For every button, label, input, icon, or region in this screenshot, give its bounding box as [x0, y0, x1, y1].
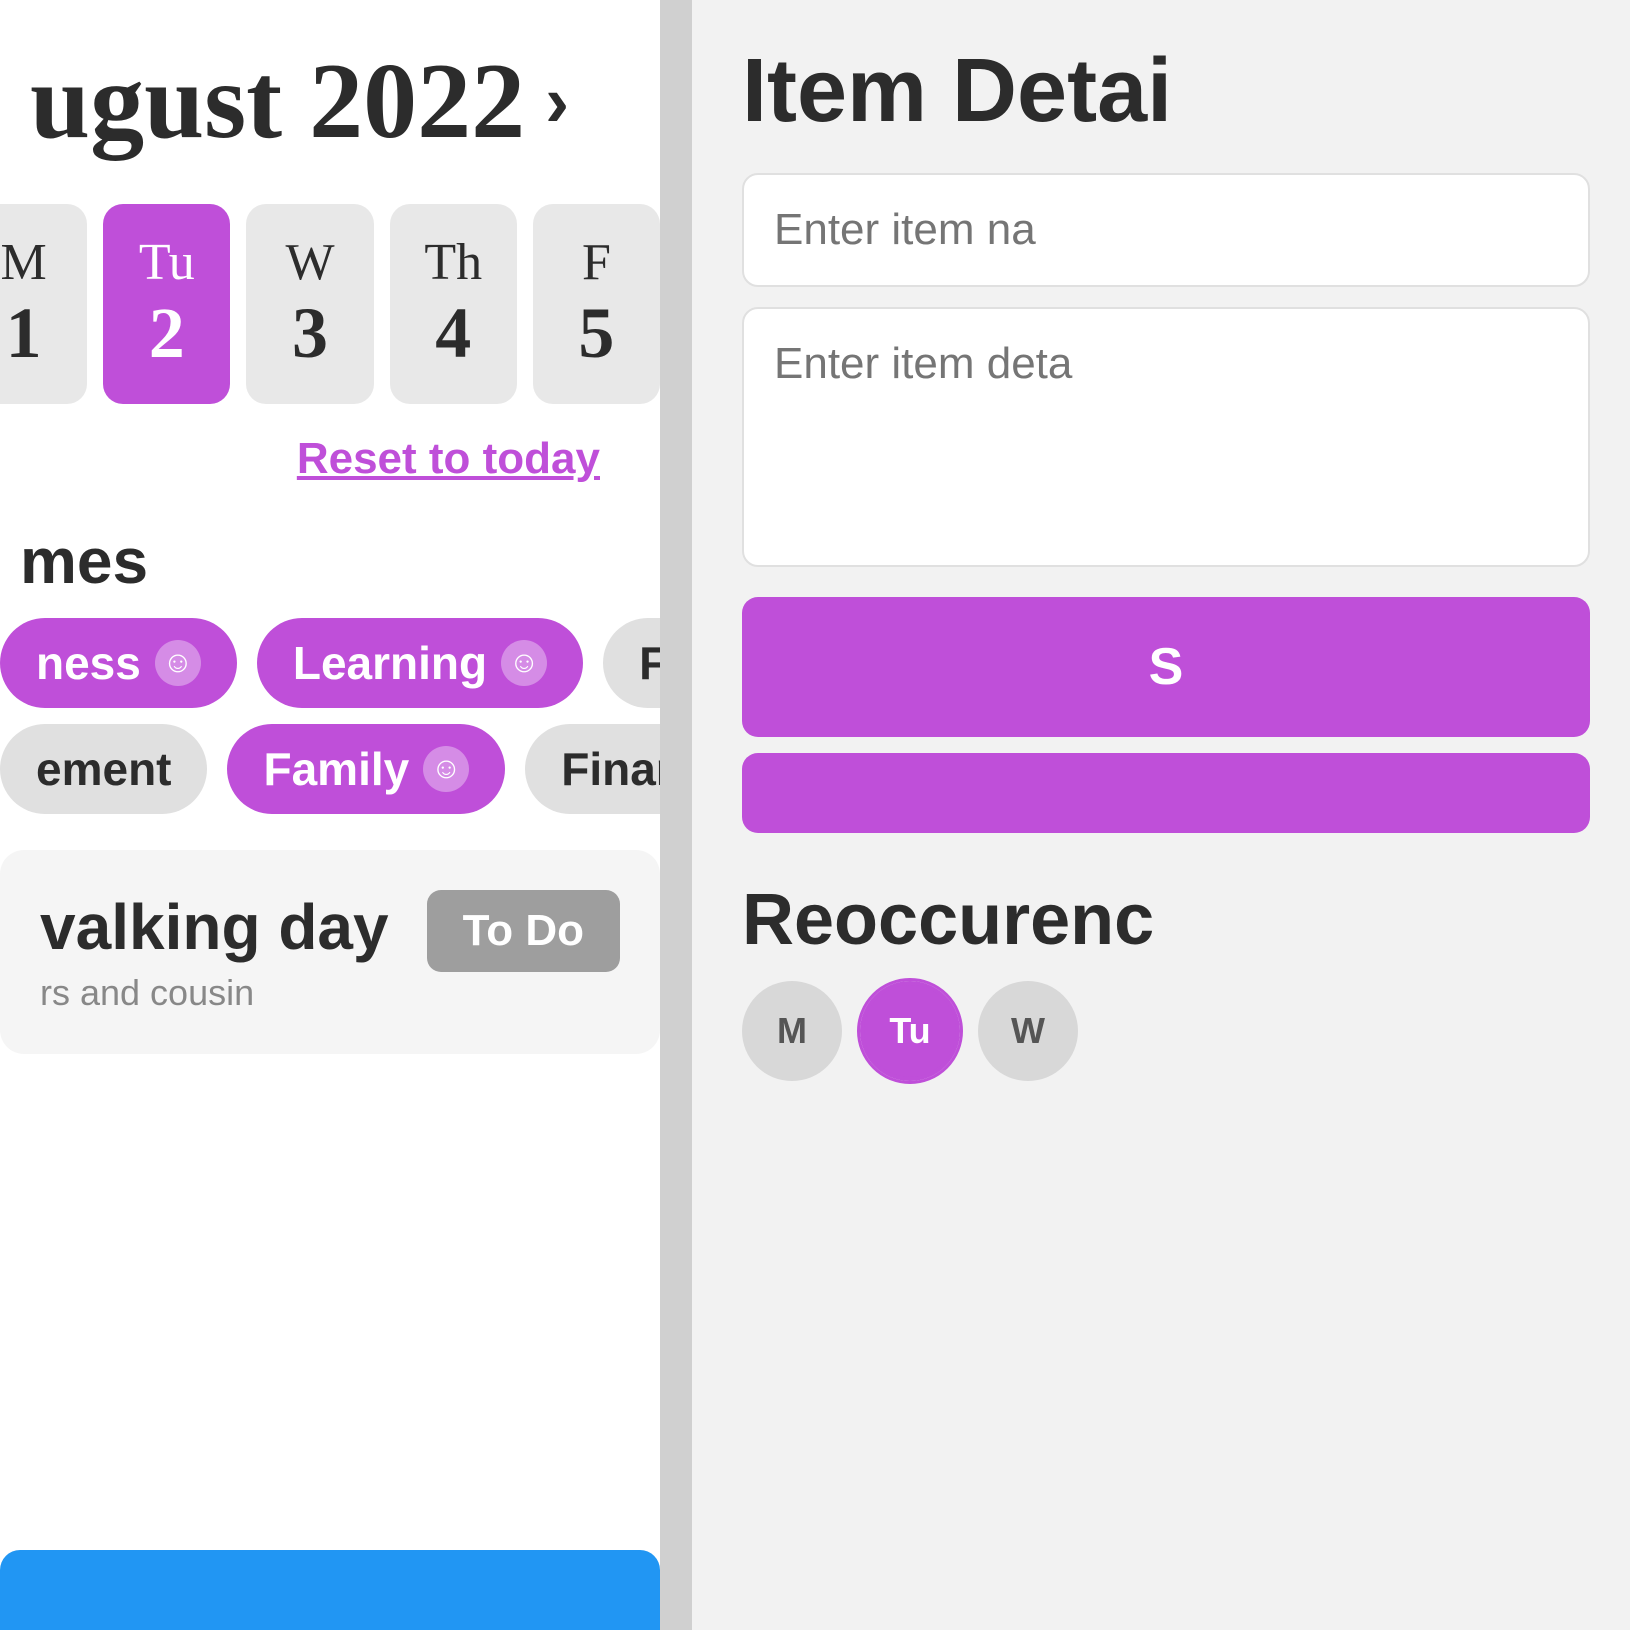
- task-card: valking day rs and cousin To Do: [0, 850, 660, 1054]
- right-panel-title: Item Detai: [722, 0, 1630, 173]
- category-chip-finance[interactable]: Finance: [525, 724, 660, 814]
- right-panel: Item Detai S Reoccurenc MTuW: [692, 0, 1630, 1630]
- left-panel: ugust 2022 › M 1 Tu 2 W 3 Th 4 F 5 Reset…: [0, 0, 660, 1630]
- todo-badge[interactable]: To Do: [427, 890, 620, 972]
- category-label: Learning: [293, 636, 487, 690]
- blue-bottom-strip: [0, 1550, 660, 1630]
- category-chip-family[interactable]: Family ☺: [227, 724, 505, 814]
- category-label: Fun: [639, 636, 660, 690]
- smiley-icon: ☺: [155, 640, 201, 686]
- reset-today-button[interactable]: Reset to today: [0, 424, 660, 514]
- task-info: valking day rs and cousin: [40, 890, 389, 1014]
- task-desc: rs and cousin: [40, 972, 389, 1014]
- item-name-input[interactable]: [742, 173, 1590, 287]
- day-abbr: W: [285, 233, 334, 292]
- day-cell-3[interactable]: W 3: [246, 204, 373, 404]
- category-chip-learning[interactable]: Learning ☺: [257, 618, 583, 708]
- month-title-text: ugust 2022: [30, 40, 525, 164]
- day-num: 2: [149, 292, 185, 375]
- category-chip-fun[interactable]: Fun: [603, 618, 660, 708]
- day-abbr: M: [0, 233, 46, 292]
- categories-row-2: ement Family ☺ Finance: [0, 724, 660, 830]
- day-cell-5[interactable]: F 5: [533, 204, 660, 404]
- category-chip-ness[interactable]: ness ☺: [0, 618, 237, 708]
- smiley-icon: ☺: [501, 640, 547, 686]
- day-cell-1[interactable]: M 1: [0, 204, 87, 404]
- secondary-action-button[interactable]: [742, 753, 1590, 833]
- category-label: Finance: [561, 742, 660, 796]
- day-num: 3: [292, 292, 328, 375]
- reoccurrence-day-w[interactable]: W: [978, 981, 1078, 1081]
- categories-row-1: ness ☺ Learning ☺ Fun: [0, 618, 660, 724]
- month-title-container: ugust 2022 ›: [0, 0, 660, 184]
- reoccurrence-label: Reoccurenc: [722, 849, 1630, 981]
- day-cell-4[interactable]: Th 4: [390, 204, 517, 404]
- day-abbr: Th: [424, 233, 482, 292]
- section-label: mes: [0, 514, 660, 618]
- day-selector: MTuW: [722, 981, 1630, 1081]
- save-button[interactable]: S: [742, 597, 1590, 737]
- day-num: 1: [6, 292, 42, 375]
- next-month-chevron[interactable]: ›: [545, 61, 569, 143]
- day-abbr: Tu: [139, 233, 195, 292]
- category-chip-ement[interactable]: ement: [0, 724, 207, 814]
- smiley-icon: ☺: [423, 746, 469, 792]
- item-details-input[interactable]: [742, 307, 1590, 567]
- task-title: valking day: [40, 890, 389, 964]
- reoccurrence-day-tu[interactable]: Tu: [860, 981, 960, 1081]
- calendar-days-row: M 1 Tu 2 W 3 Th 4 F 5: [0, 184, 660, 424]
- reoccurrence-day-m[interactable]: M: [742, 981, 842, 1081]
- day-num: 5: [578, 292, 614, 375]
- panel-divider: [660, 0, 692, 1630]
- day-num: 4: [435, 292, 471, 375]
- category-label: ness: [36, 636, 141, 690]
- day-cell-2[interactable]: Tu 2: [103, 204, 230, 404]
- category-label: Family: [263, 742, 409, 796]
- category-label: ement: [36, 742, 171, 796]
- day-abbr: F: [582, 233, 611, 292]
